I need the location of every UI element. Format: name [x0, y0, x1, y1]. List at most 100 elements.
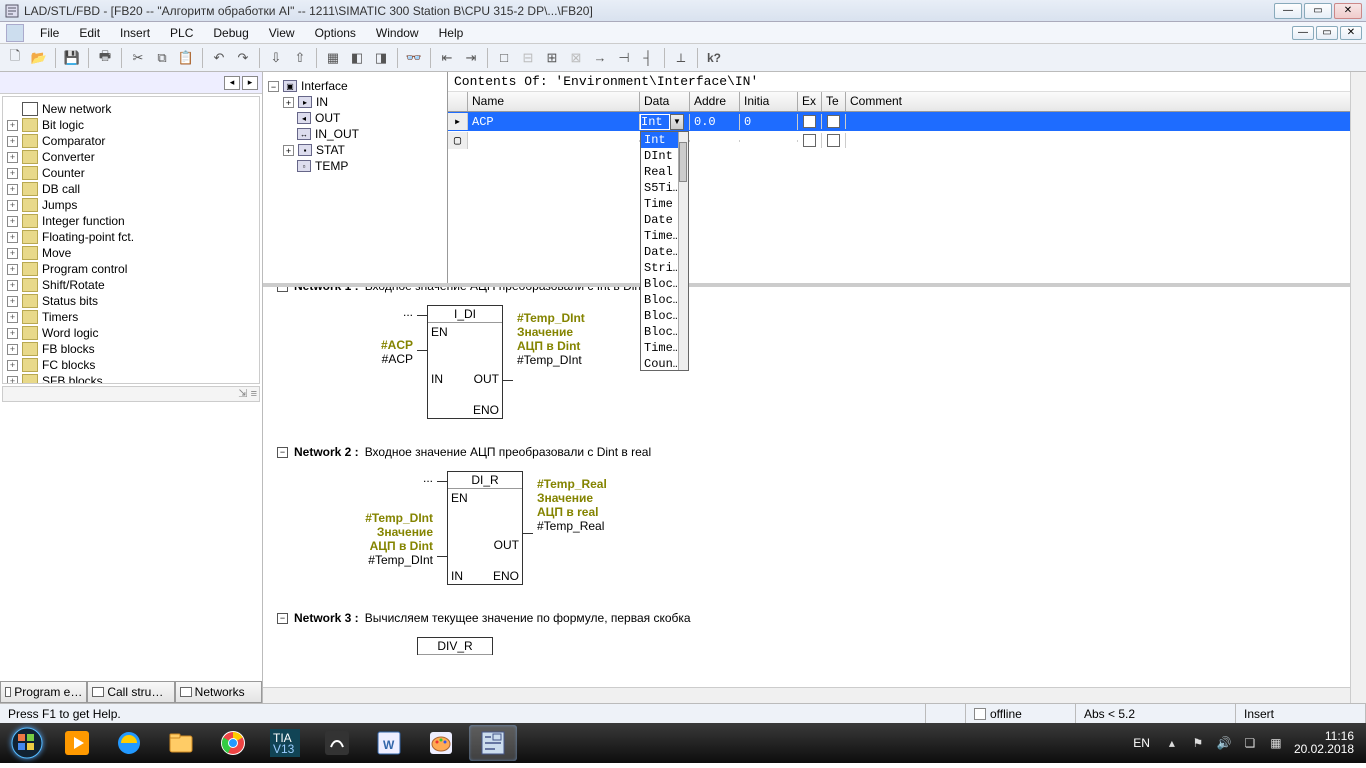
prev-button[interactable]: ◂	[224, 76, 240, 90]
task-ie[interactable]	[105, 725, 153, 761]
interface-grid[interactable]: Name Data Addre Initia Ex Te Comment ▸ A…	[448, 92, 1366, 283]
tool-button[interactable]: ◧	[346, 47, 368, 69]
fbd-block-divr[interactable]: DIV_R	[417, 637, 493, 655]
resize-grip[interactable]: ⇲ ≡	[2, 386, 260, 402]
menu-window[interactable]: Window	[366, 24, 429, 42]
mdi-restore-button[interactable]: ▭	[1316, 26, 1338, 40]
datatype-dropdown-button[interactable]: ▼	[670, 114, 684, 130]
task-word[interactable]: W	[365, 725, 413, 761]
tray-app-icon[interactable]: ▦	[1268, 735, 1284, 751]
checkbox-te[interactable]	[827, 115, 840, 128]
tool-button[interactable]: ▦	[322, 47, 344, 69]
clock[interactable]: 11:16 20.02.2018	[1294, 730, 1354, 756]
fbd-block-idi[interactable]: I_DI EN INOUT ENO	[427, 305, 503, 419]
task-paint[interactable]	[417, 725, 465, 761]
catalog-tree[interactable]: New network+Bit logic+Comparator+Convert…	[2, 96, 260, 384]
cell-name[interactable]: ACP	[468, 114, 640, 130]
interface-stat[interactable]: +▪STAT	[267, 142, 443, 158]
cell-initial[interactable]: 0	[740, 114, 798, 130]
tool-button[interactable]: ⊠	[565, 47, 587, 69]
collapse-icon[interactable]: −	[277, 447, 288, 458]
tree-item[interactable]: +Jumps	[5, 197, 257, 213]
grid-header-address[interactable]: Addre	[690, 92, 740, 111]
menu-help[interactable]: Help	[429, 24, 474, 42]
grid-header-initial[interactable]: Initia	[740, 92, 798, 111]
checkbox-te[interactable]	[827, 134, 840, 147]
close-button[interactable]: ✕	[1334, 3, 1362, 19]
tree-item[interactable]: +Floating-point fct.	[5, 229, 257, 245]
tree-item[interactable]: +Word logic	[5, 325, 257, 341]
interface-temp[interactable]: ▫TEMP	[267, 158, 443, 174]
menu-view[interactable]: View	[259, 24, 305, 42]
cell-datatype[interactable]: ▼	[640, 114, 690, 130]
grid-header-te[interactable]: Te	[822, 92, 846, 111]
interface-out[interactable]: ◂OUT	[267, 110, 443, 126]
interface-root[interactable]: −▣Interface	[267, 78, 443, 94]
tree-item[interactable]: +Shift/Rotate	[5, 277, 257, 293]
tab-networks[interactable]: Networks	[175, 682, 262, 703]
print-button[interactable]: 🖶	[94, 47, 116, 69]
tree-item[interactable]: +Integer function	[5, 213, 257, 229]
collapse-icon[interactable]: −	[277, 287, 288, 292]
tree-item[interactable]: +Converter	[5, 149, 257, 165]
network-canvas[interactable]: −Network 1 : Входное значение АЦП преобр…	[263, 287, 1366, 687]
tab-program-elements[interactable]: Program e…	[0, 682, 87, 703]
tree-item[interactable]: New network	[5, 101, 257, 117]
tree-item[interactable]: +Bit logic	[5, 117, 257, 133]
grid-header-name[interactable]: Name	[468, 92, 640, 111]
save-button[interactable]: 💾	[61, 47, 83, 69]
download-button[interactable]: ⇩	[265, 47, 287, 69]
collapse-icon[interactable]: −	[277, 613, 288, 624]
monitor-button[interactable]: 👓	[403, 47, 425, 69]
help-button[interactable]: k?	[703, 47, 725, 69]
tree-item[interactable]: +Timers	[5, 309, 257, 325]
task-app[interactable]	[313, 725, 361, 761]
tree-item[interactable]: +FC blocks	[5, 357, 257, 373]
chevron-up-icon[interactable]: ▴	[1164, 735, 1180, 751]
tree-item[interactable]: +SFB blocks	[5, 373, 257, 384]
tool-button[interactable]: ⟂	[670, 47, 692, 69]
undo-button[interactable]: ↶	[208, 47, 230, 69]
grid-header-ex[interactable]: Ex	[798, 92, 822, 111]
new-button[interactable]: 🗋	[4, 47, 26, 69]
dropdown-scrollbar[interactable]	[678, 132, 688, 370]
start-button[interactable]	[4, 725, 50, 761]
checkbox-ex[interactable]	[803, 115, 816, 128]
interface-in[interactable]: +▸IN	[267, 94, 443, 110]
paste-button[interactable]: 📋	[175, 47, 197, 69]
mdi-close-button[interactable]: ✕	[1340, 26, 1362, 40]
tree-item[interactable]: +FB blocks	[5, 341, 257, 357]
cut-button[interactable]: ✂	[127, 47, 149, 69]
grid-header-comment[interactable]: Comment	[846, 92, 1366, 111]
task-tia[interactable]: TIAV13	[261, 725, 309, 761]
grid-header-data[interactable]: Data	[640, 92, 690, 111]
tool-button[interactable]: ┤	[637, 47, 659, 69]
copy-button[interactable]: ⧉	[151, 47, 173, 69]
interface-tree[interactable]: −▣Interface +▸IN ◂OUT ↔IN_OUT +▪STAT ▫TE…	[263, 72, 448, 283]
datatype-input[interactable]	[640, 114, 670, 130]
tree-item[interactable]: +Status bits	[5, 293, 257, 309]
menu-debug[interactable]: Debug	[203, 24, 258, 42]
task-explorer[interactable]	[157, 725, 205, 761]
tool-button[interactable]: ⊣	[613, 47, 635, 69]
tool-button[interactable]: ⇥	[460, 47, 482, 69]
menu-file[interactable]: File	[30, 24, 69, 42]
fbd-block-dir[interactable]: DI_R EN OUT INENO	[447, 471, 523, 585]
volume-icon[interactable]: 🔊	[1216, 735, 1232, 751]
tool-button[interactable]: ⊞	[541, 47, 563, 69]
menu-edit[interactable]: Edit	[69, 24, 110, 42]
tab-call-structure[interactable]: Call stru…	[87, 682, 174, 703]
tree-item[interactable]: +Program control	[5, 261, 257, 277]
mdi-minimize-button[interactable]: —	[1292, 26, 1314, 40]
maximize-button[interactable]: ▭	[1304, 3, 1332, 19]
open-button[interactable]: 📂	[28, 47, 50, 69]
next-button[interactable]: ▸	[242, 76, 258, 90]
menu-plc[interactable]: PLC	[160, 24, 203, 42]
tool-button[interactable]: □	[493, 47, 515, 69]
grid-row-empty[interactable]: ▢	[448, 131, 1366, 150]
tree-item[interactable]: +DB call	[5, 181, 257, 197]
tool-button[interactable]: ◨	[370, 47, 392, 69]
grid-row-selected[interactable]: ▸ ACP ▼ 0.0 0	[448, 112, 1366, 131]
horizontal-scrollbar[interactable]	[263, 687, 1366, 703]
tree-item[interactable]: +Counter	[5, 165, 257, 181]
